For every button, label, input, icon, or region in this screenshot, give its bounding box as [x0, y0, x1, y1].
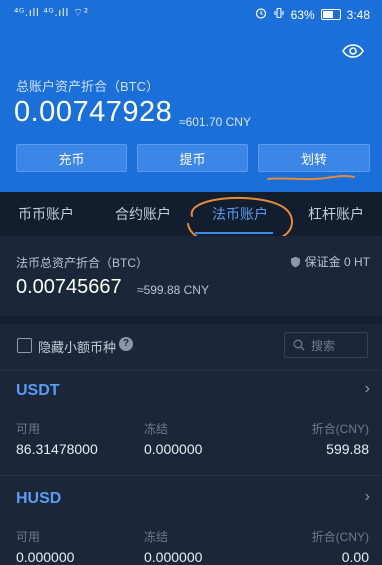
- coin-row-usdt[interactable]: USDT › 可用 冻结 折合(CNY) 86.31478000 0.00000…: [0, 370, 382, 476]
- available-header: 可用: [16, 422, 41, 436]
- margin-text: 保证金 0 HT: [304, 255, 370, 269]
- search-placeholder: 搜索: [311, 338, 336, 353]
- asset-summary: 总账户资产折合（BTC） 0.00747928 ≈601.70 CNY 充币 提…: [0, 28, 382, 192]
- cny-value: 599.88: [326, 441, 369, 457]
- status-right: 63% 3:48: [255, 7, 370, 22]
- clock: 3:48: [346, 7, 370, 22]
- status-bar: ⁴ᴳ.ıll ⁴ᴳ.ıll ⌔² 63% 3:48: [0, 0, 382, 28]
- cny-value: 0.00: [341, 549, 369, 565]
- eye-icon[interactable]: [342, 44, 364, 58]
- tab-contract-account[interactable]: 合约账户: [115, 204, 171, 224]
- available-header: 可用: [16, 530, 41, 544]
- total-cny-amount: ≈601.70 CNY: [179, 115, 251, 129]
- frozen-header: 冻结: [144, 530, 169, 544]
- total-btc-amount: 0.00747928: [14, 96, 173, 128]
- total-assets-label: 总账户资产折合（BTC）: [16, 79, 160, 94]
- shield-icon: [290, 256, 300, 267]
- chevron-right-icon[interactable]: ›: [365, 380, 370, 398]
- battery-percent: 63%: [290, 7, 315, 22]
- available-amount: 86.31478000: [16, 441, 98, 457]
- coin-symbol: HUSD: [16, 490, 62, 507]
- annotation-underline: [267, 175, 355, 181]
- fiat-account-summary: 法币总资产折合（BTC） 保证金 0 HT 0.00745667 ≈599.88…: [0, 236, 382, 316]
- status-left-indicators: ⁴ᴳ.ıll ⁴ᴳ.ıll ⌔²: [14, 6, 89, 19]
- frozen-amount: 0.000000: [144, 441, 203, 457]
- frozen-amount: 0.000000: [144, 549, 203, 565]
- cny-value-header: 折合(CNY): [311, 530, 369, 544]
- section-divider: [0, 316, 382, 324]
- filter-bar: 隐藏小额币种 ? 搜索: [0, 324, 382, 371]
- vibrate-icon: [273, 7, 285, 22]
- coin-row-husd[interactable]: HUSD › 可用 冻结 折合(CNY) 0.000000 0.000000 0…: [0, 478, 382, 565]
- coin-symbol: USDT: [16, 382, 60, 399]
- hide-small-balances-label[interactable]: 隐藏小额币种: [38, 337, 116, 356]
- frozen-header: 冻结: [144, 422, 169, 436]
- transfer-button[interactable]: 划转: [258, 144, 370, 172]
- search-icon: [293, 339, 305, 351]
- row-separator: [0, 475, 382, 476]
- fiat-assets-label: 法币总资产折合（BTC）: [16, 256, 149, 270]
- margin-info: 保证金 0 HT: [290, 253, 370, 270]
- help-icon[interactable]: ?: [119, 337, 133, 351]
- fiat-btc-amount: 0.00745667: [16, 276, 122, 298]
- alarm-icon: [255, 7, 267, 22]
- chevron-right-icon[interactable]: ›: [365, 488, 370, 506]
- hide-small-balances-checkbox[interactable]: [17, 338, 32, 353]
- tab-margin-account[interactable]: 杠杆账户: [308, 204, 364, 224]
- search-input[interactable]: 搜索: [284, 332, 368, 358]
- tab-spot-account[interactable]: 币币账户: [18, 204, 74, 224]
- cny-value-header: 折合(CNY): [311, 422, 369, 436]
- available-amount: 0.000000: [16, 549, 75, 565]
- withdraw-button[interactable]: 提币: [137, 144, 248, 172]
- battery-icon: [320, 9, 341, 20]
- fiat-cny-amount: ≈599.88 CNY: [137, 283, 209, 297]
- deposit-button[interactable]: 充币: [16, 144, 127, 172]
